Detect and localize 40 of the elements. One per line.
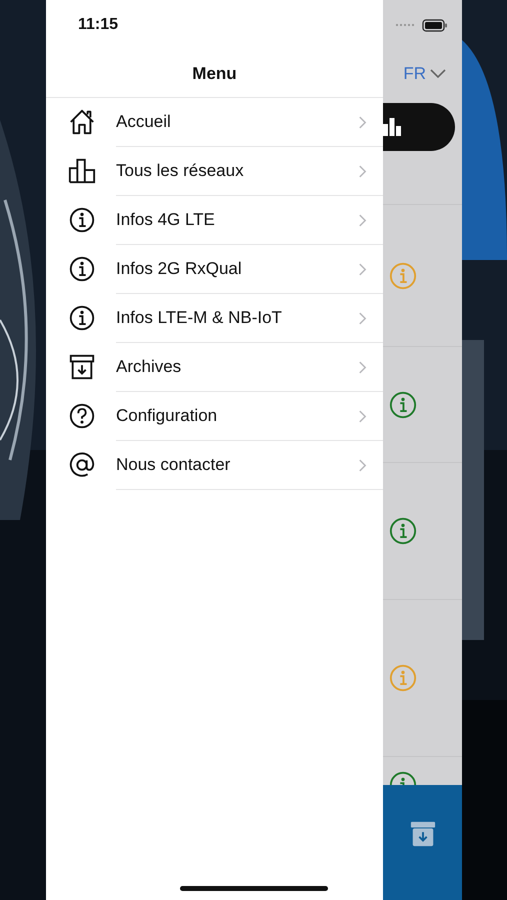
chevron-right-icon — [358, 164, 367, 178]
info-icon[interactable] — [389, 390, 417, 418]
menu-item-label: Infos 4G LTE — [116, 210, 216, 230]
chevron-right-icon — [358, 310, 367, 326]
info-icon — [68, 206, 96, 234]
menu-item-label: Configuration — [116, 406, 218, 426]
menu-item-label: Nous contacter — [116, 455, 232, 475]
chart-tab-pill[interactable] — [383, 103, 455, 151]
menu-item[interactable]: Tous les réseaux — [46, 147, 383, 196]
menu-item-label: Infos 2G RxQual — [116, 259, 243, 279]
menu-item[interactable]: Accueil — [46, 98, 383, 147]
chevron-right-icon — [358, 408, 367, 424]
menu-item[interactable]: Infos 2G RxQual — [46, 245, 383, 294]
menu-item-label: Accueil — [116, 112, 172, 132]
menu-item[interactable]: Infos 4G LTE — [46, 196, 383, 245]
home-icon — [68, 108, 96, 136]
chevron-right-icon — [358, 360, 367, 374]
chevron-right-icon — [358, 212, 367, 228]
info-icon — [68, 255, 96, 283]
status-time: 11:15 — [78, 16, 118, 34]
info-icon — [68, 304, 96, 332]
at-sign-icon — [68, 451, 96, 479]
archive-icon[interactable] — [410, 821, 436, 847]
battery-icon — [422, 18, 448, 32]
archive-icon — [68, 353, 96, 381]
menu-item[interactable]: Nous contacter — [46, 441, 383, 490]
menu-item[interactable]: Infos LTE-M & NB-IoT — [46, 294, 383, 343]
menu-item-label: Infos LTE-M & NB-IoT — [116, 308, 283, 328]
chevron-right-icon — [358, 262, 367, 276]
chevron-right-icon — [358, 114, 367, 130]
menu-item-label: Tous les réseaux — [116, 161, 245, 181]
menu-item[interactable]: Archives — [46, 343, 383, 392]
bar-chart-icon — [68, 157, 96, 185]
menu-item-label: Archives — [116, 357, 182, 377]
chevron-right-icon — [358, 458, 367, 472]
menu-title: Menu — [192, 64, 237, 84]
help-icon — [68, 402, 96, 430]
chevron-down-icon — [430, 68, 446, 78]
menu-item[interactable]: Configuration — [46, 392, 383, 441]
info-icon[interactable] — [389, 517, 417, 545]
